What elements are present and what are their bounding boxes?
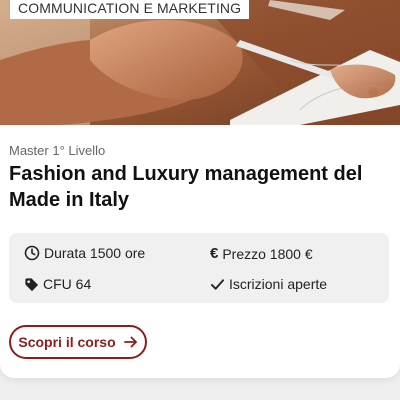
credits-text: CFU 64 (43, 276, 92, 292)
status-detail: Iscrizioni aperte (210, 276, 327, 292)
course-card: COMMUNICATION E MARKETING Master 1° Live… (0, 0, 400, 378)
tag-icon (25, 277, 39, 291)
credits-detail: CFU 64 (24, 276, 91, 292)
discover-course-label: Scopri il corso (18, 334, 116, 350)
discover-course-button[interactable]: Scopri il corso (9, 325, 147, 359)
category-tag: COMMUNICATION E MARKETING (10, 0, 250, 19)
duration-detail: Durata 1500 ore (24, 245, 145, 261)
course-details: Durata 1500 ore € Prezzo 1800 € CFU 64 I… (9, 233, 389, 303)
arrow-right-icon (123, 336, 137, 348)
euro-icon: € (210, 245, 219, 262)
status-text: Iscrizioni aperte (229, 276, 328, 292)
duration-text: Durata 1500 ore (44, 245, 146, 261)
hero-image: COMMUNICATION E MARKETING (0, 0, 400, 125)
check-icon (210, 278, 225, 290)
course-level: Master 1° Livello (9, 143, 106, 158)
price-text: Prezzo 1800 € (222, 245, 313, 262)
course-title[interactable]: Fashion and Luxury management del Made i… (9, 161, 394, 213)
clock-icon (24, 245, 40, 261)
price-detail: € Prezzo 1800 € (210, 245, 313, 262)
